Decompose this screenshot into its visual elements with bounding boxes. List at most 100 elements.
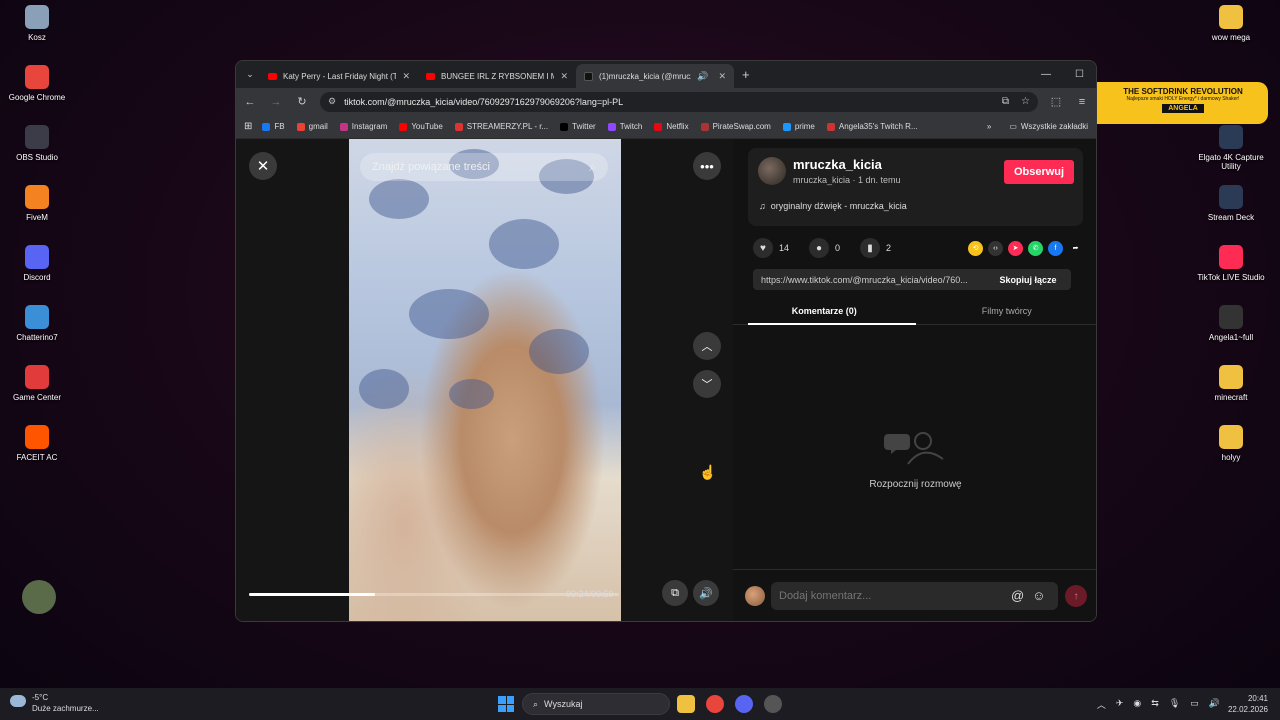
tab-comments[interactable]: Komentarze (0) — [733, 297, 916, 325]
volume-button[interactable]: 🔊 — [693, 580, 719, 606]
reload-icon[interactable]: ↻ — [294, 95, 310, 108]
bookmark-star-icon[interactable]: ☆ — [1021, 96, 1030, 107]
bookmark-item[interactable]: Twitter — [560, 122, 596, 131]
file-explorer-icon[interactable] — [677, 695, 695, 713]
extensions-icon[interactable]: ⬚ — [1048, 95, 1064, 108]
desktop-icon-label: Google Chrome — [8, 93, 66, 102]
apps-grid-icon[interactable]: ⊞ — [244, 121, 252, 132]
repost-icon[interactable]: ⟲ — [968, 240, 983, 256]
bookmark-item[interactable]: Instagram — [339, 122, 387, 131]
desktop-icon[interactable]: Kosz — [0, 5, 74, 42]
author-name[interactable]: mruczka_kicia — [793, 157, 882, 172]
avatar[interactable] — [758, 157, 786, 185]
video-link[interactable]: https://www.tiktok.com/@mruczka_kicia/vi… — [761, 275, 968, 285]
maximize-icon[interactable]: ☐ — [1075, 69, 1084, 80]
desktop-icon[interactable]: OBS Studio — [0, 125, 74, 162]
sound-link[interactable]: ♫ oryginalny dźwięk - mruczka_kicia — [759, 201, 907, 211]
start-button[interactable] — [498, 696, 514, 712]
bookmark-item[interactable]: YouTube — [399, 122, 443, 131]
video-frame[interactable] — [349, 139, 621, 621]
youtube-icon — [268, 72, 277, 80]
discord-icon[interactable] — [735, 695, 753, 713]
desktop-icon[interactable]: Chatterino7 — [0, 305, 74, 342]
more-options-button[interactable]: ••• — [693, 152, 721, 180]
desktop-icon[interactable]: TikTok LIVE Studio — [1194, 245, 1268, 282]
chevron-up-icon[interactable]: ︿ — [1097, 698, 1106, 711]
desktop-icon-x30[interactable] — [2, 580, 76, 618]
bookmark-item[interactable]: Twitch — [607, 122, 642, 131]
save-count: 2 — [886, 243, 892, 253]
desktop-icon[interactable]: wow mega — [1194, 5, 1268, 42]
desktop-icon[interactable]: Discord — [0, 245, 74, 282]
facebook-icon[interactable]: f — [1048, 240, 1063, 256]
search-icon[interactable]: ⌕ — [589, 160, 596, 175]
close-tab-icon[interactable]: ✕ — [560, 71, 568, 82]
whatsapp-icon[interactable]: ✆ — [1028, 240, 1043, 256]
close-tab-icon[interactable]: ✕ — [718, 71, 726, 82]
game-center-icon — [25, 365, 49, 389]
embed-icon[interactable]: ‹› — [988, 240, 1003, 256]
close-tab-icon[interactable]: ✕ — [402, 71, 410, 82]
display-icon[interactable]: ▭ — [1190, 698, 1199, 711]
comment-button[interactable]: ● 0 — [809, 238, 840, 258]
follow-button[interactable]: Obserwuj — [1004, 160, 1074, 184]
tab-creator-videos[interactable]: Filmy twórcy — [916, 297, 1097, 324]
tray-app-icon[interactable]: ⇆ — [1151, 698, 1159, 711]
bookmark-item[interactable]: PirateSwap.com — [700, 122, 771, 131]
volume-icon[interactable]: 🔊 — [1209, 698, 1220, 711]
like-button[interactable]: ♥ 14 — [753, 238, 789, 258]
discord-tray-icon[interactable]: ◉ — [1133, 698, 1141, 711]
copy-link-button[interactable]: Skopiuj łącze — [985, 269, 1071, 290]
bookmark-item[interactable]: STREAMERZY.PL - r... — [454, 122, 548, 131]
emoji-icon[interactable]: ☺ — [1032, 588, 1045, 603]
bookmark-label: Twitter — [572, 122, 596, 131]
tab-tiktok[interactable]: (1)mruczka_kicia (@mruczk 🔊 ✕ — [576, 64, 734, 88]
minimize-icon[interactable]: — — [1041, 69, 1051, 80]
desktop-icon[interactable]: Google Chrome — [0, 65, 74, 102]
desktop-icon[interactable]: Game Center — [0, 365, 74, 402]
obs-icon[interactable] — [764, 695, 782, 713]
desktop-icon[interactable]: Angela1~full — [1194, 305, 1268, 342]
tab-katy-perry[interactable]: Katy Perry - Last Friday Night (T ✕ — [260, 64, 418, 88]
pip-button[interactable]: ⧉ — [662, 580, 688, 606]
desktop-icon[interactable]: FiveM — [0, 185, 74, 222]
desktop-icon[interactable]: holyy — [1194, 425, 1268, 462]
new-tab-button[interactable]: + — [742, 67, 750, 82]
bookmark-item[interactable]: prime — [782, 122, 815, 131]
all-bookmarks[interactable]: » ▭ Wszystkie zakładki — [987, 122, 1088, 131]
chevron-right-icon[interactable]: » — [987, 122, 991, 131]
weather-widget[interactable]: -5°C Duże zachmurze... — [10, 692, 99, 714]
bookmark-item[interactable]: Netflix — [654, 122, 689, 131]
close-video-button[interactable]: ✕ — [249, 152, 277, 180]
bookmark-item[interactable]: gmail — [296, 122, 328, 131]
clock[interactable]: 20:41 22.02.2026 — [1228, 693, 1268, 715]
share-icon[interactable]: ➦ — [1068, 241, 1083, 256]
forward-icon[interactable]: → — [268, 96, 284, 108]
desktop-icon[interactable]: FACEIT AC — [0, 425, 74, 462]
address-bar[interactable]: ⚙ tiktok.com/@mruczka_kicia/video/760929… — [320, 91, 1038, 112]
next-video-button[interactable]: ﹀ — [693, 370, 721, 398]
tab-bungee[interactable]: BUNGEE IRL Z RYBSONEM I ME ✕ — [418, 64, 576, 88]
related-search-input[interactable]: Znajdź powiązane treści ⌕ — [360, 153, 608, 181]
save-button[interactable]: ▮ 2 — [860, 238, 891, 258]
speaker-icon[interactable]: 🔊 — [697, 71, 708, 82]
previous-video-button[interactable]: ︿ — [693, 332, 721, 360]
desktop-icon[interactable]: minecraft — [1194, 365, 1268, 402]
site-info-icon[interactable]: ⚙ — [328, 96, 336, 107]
desktop-icon[interactable]: Stream Deck — [1194, 185, 1268, 222]
mention-icon[interactable]: @ — [1011, 588, 1024, 603]
tab-search-button[interactable]: ⌄ — [240, 65, 260, 85]
back-icon[interactable]: ← — [242, 96, 258, 108]
chrome-icon[interactable] — [706, 695, 724, 713]
install-app-icon[interactable]: ⧉ — [1002, 96, 1009, 107]
send-comment-button[interactable]: ↑ — [1065, 585, 1087, 607]
taskbar-search[interactable]: ⌕ Wyszukaj — [522, 693, 670, 715]
bookmark-item[interactable]: FB — [262, 122, 285, 131]
video-progress-bar[interactable] — [249, 593, 619, 596]
tray-app-icon[interactable]: ✈ — [1116, 698, 1124, 711]
bookmark-item[interactable]: Angela35's Twitch R... — [826, 122, 918, 131]
desktop-icon[interactable]: Elgato 4K Capture Utility — [1194, 125, 1268, 171]
send-icon[interactable]: ➤ — [1008, 240, 1023, 256]
media-icon[interactable]: ≡ — [1074, 96, 1090, 108]
microphone-icon[interactable]: 🎙 — [1169, 698, 1180, 711]
